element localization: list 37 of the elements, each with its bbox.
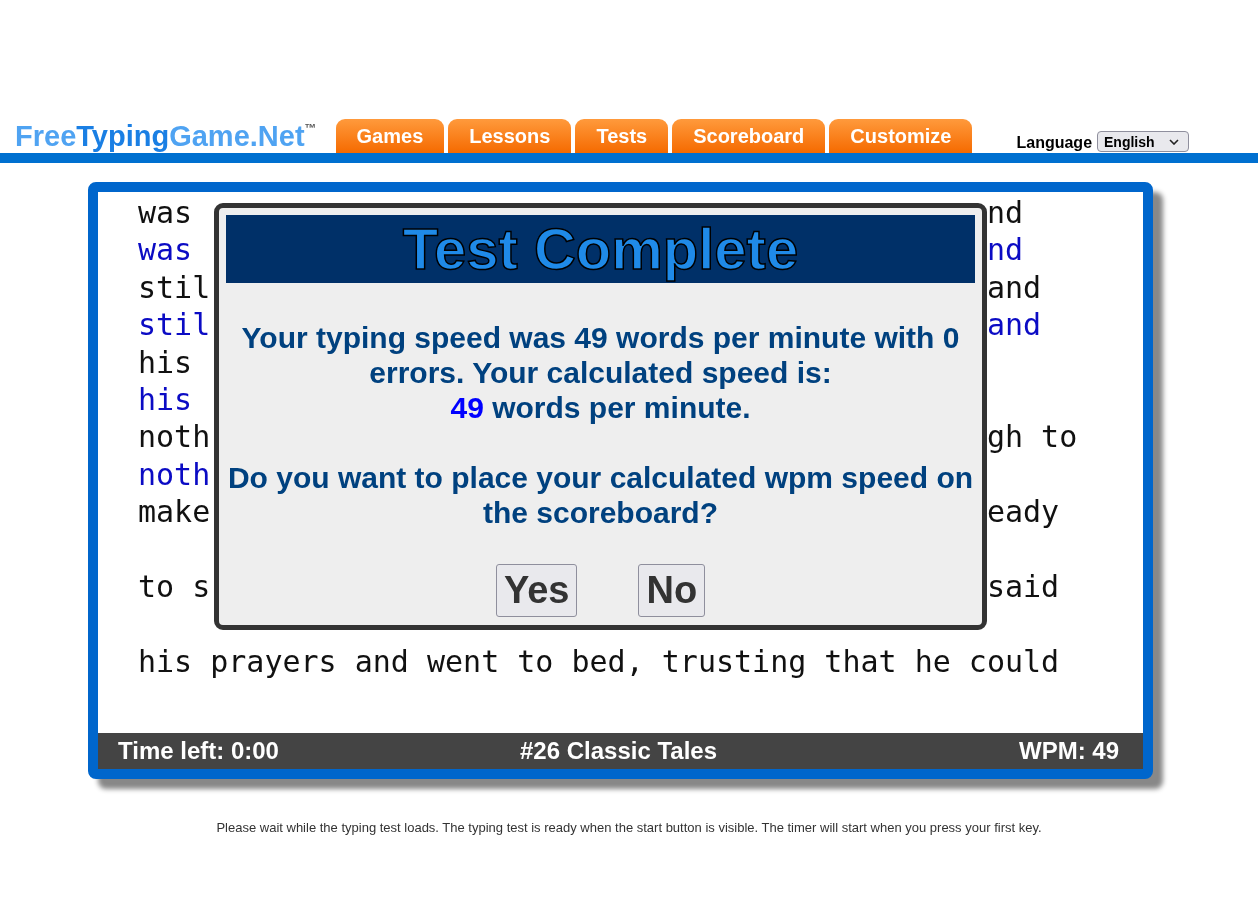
passage-text: eady — [986, 493, 1060, 531]
passage-text: stil — [138, 268, 211, 307]
dialog-title: Test Complete — [226, 215, 975, 283]
typed-text: noth — [138, 455, 211, 494]
passage-text: his prayers and went to bed, trusting that he could — [138, 643, 1060, 679]
result-text: 49 words per minute. — [449, 390, 752, 425]
nav-tab[interactable]: Scoreboard — [672, 119, 826, 153]
typed-text: and — [986, 306, 1042, 344]
passage-text: noth — [138, 418, 211, 456]
language-label: Language — [1016, 133, 1093, 153]
question-text: Do you want to place your calculated wpm speed on the scoreboard? — [226, 460, 975, 530]
passage-text: was — [138, 194, 193, 232]
passage-text: said — [986, 567, 1060, 606]
speed-message: Your typing speed was 49 words per minute with 0 errors. Your calculated speed is: — [240, 320, 961, 390]
language-select[interactable]: English — [1097, 131, 1190, 152]
passage-text: gh to — [986, 418, 1078, 456]
test-name-text: #26 Classic Tales — [520, 737, 717, 765]
decline-button[interactable]: No — [638, 564, 706, 617]
nav-tab[interactable]: Customize — [829, 119, 973, 153]
typed-text: stil — [138, 306, 211, 344]
nav-tab[interactable]: Lessons — [448, 119, 572, 153]
passage-text: make — [138, 493, 211, 531]
passage-text: nd — [986, 194, 1023, 232]
passage-text: to s — [138, 567, 211, 606]
typed-text: nd — [986, 231, 1023, 269]
time-left-text: Time left: 0:00 — [118, 737, 279, 765]
nav-tab[interactable]: Tests — [575, 119, 669, 153]
wpm-text: WPM: 49 — [1019, 737, 1119, 765]
confirm-button[interactable]: Yes — [495, 564, 578, 617]
nav-tab[interactable]: Games — [335, 119, 445, 153]
typed-text: his — [138, 380, 193, 419]
chevron-down-icon — [1169, 138, 1180, 145]
typed-text: was — [138, 231, 193, 269]
site-logo[interactable]: FreeTypingGame.Net$^{™}$ — [15, 119, 317, 153]
loading-note: Please wait while the typing test loads. The typing test is ready when the start button is visible. The timer will start when you press your first key. — [215, 820, 1043, 836]
passage-text: and — [986, 268, 1042, 307]
passage-text: his — [138, 343, 193, 381]
